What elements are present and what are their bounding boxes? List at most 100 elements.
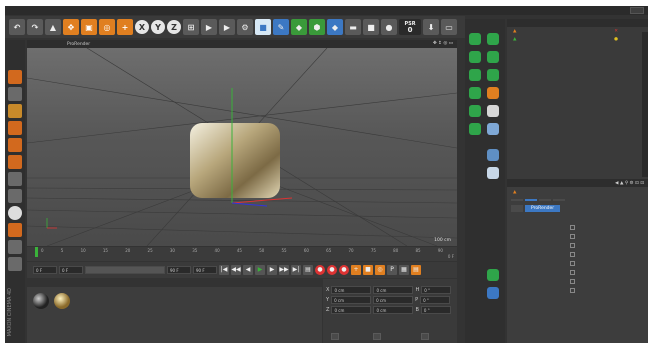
size-mode-select[interactable] (373, 333, 381, 340)
viewport-nav-icon[interactable]: ✥ ↕ ◎ ▭ (433, 41, 453, 46)
render-icon[interactable] (487, 287, 499, 299)
apply-button[interactable] (421, 333, 429, 340)
cube-icon[interactable]: ■ (255, 19, 271, 35)
pen-icon[interactable]: ✎ (273, 19, 289, 35)
attribute-subtab[interactable] (511, 205, 523, 212)
current-frame-field[interactable]: 0 F (59, 266, 83, 274)
scale-icon[interactable]: ▣ (81, 19, 97, 35)
render-view-icon[interactable]: ▶ (201, 19, 217, 35)
size-field[interactable]: 0 cm (373, 286, 414, 294)
material-ball[interactable] (54, 293, 70, 309)
rotation-field[interactable]: 0 ° (420, 306, 451, 314)
attribute-tab[interactable] (539, 199, 551, 201)
sphere-add-icon[interactable] (487, 167, 499, 179)
frame-range-slider[interactable] (85, 266, 165, 274)
download-icon[interactable]: ⬇ (423, 19, 439, 35)
position-field[interactable]: 0 cm (331, 296, 372, 304)
prev-key-icon[interactable]: ◀◀ (231, 265, 241, 275)
checkbox[interactable] (570, 261, 575, 266)
size-field[interactable]: 0 cm (373, 296, 414, 304)
y-axis-icon[interactable]: Y (151, 20, 165, 34)
prev-frame-icon[interactable]: ◀ (243, 265, 253, 275)
lock-icon[interactable] (8, 240, 22, 254)
position-field[interactable]: 0 cm (331, 286, 372, 294)
viewport-menu-item[interactable]: ProRender (67, 42, 90, 47)
metal-cube[interactable] (190, 123, 280, 198)
material-tag-icon[interactable]: ● (614, 37, 618, 42)
object-row[interactable]: ▲ ● (507, 35, 648, 43)
tag-icon[interactable] (487, 269, 499, 281)
texture-mode-icon[interactable] (8, 87, 22, 101)
floor-add-icon[interactable] (487, 149, 499, 161)
scale-key-icon[interactable]: ■ (363, 265, 373, 275)
start-frame-field[interactable]: 0 F (33, 266, 57, 274)
x-axis-icon[interactable]: X (135, 20, 149, 34)
generator-icon[interactable] (469, 51, 481, 63)
edges-mode-icon[interactable] (8, 138, 22, 152)
camera-add-icon[interactable] (469, 123, 481, 135)
end-frame-field[interactable]: 90 F (167, 266, 191, 274)
object-add-icon[interactable] (469, 33, 481, 45)
attribute-tab[interactable] (511, 199, 523, 201)
spline-add-icon[interactable] (487, 33, 499, 45)
keyframe-icon[interactable]: ● (339, 265, 349, 275)
checkbox[interactable] (570, 243, 575, 248)
cloner-icon[interactable]: ⬢ (309, 19, 325, 35)
model-mode-icon[interactable] (8, 104, 22, 118)
attribute-subtab[interactable]: ProRender (525, 205, 561, 212)
size-field[interactable]: 0 cm (373, 306, 414, 314)
object-tag-icon[interactable]: ✕ (614, 29, 618, 34)
mograph-icon[interactable] (487, 51, 499, 63)
deformer-icon[interactable]: ◆ (327, 19, 343, 35)
checkbox[interactable] (570, 234, 575, 239)
panel-icon[interactable]: ▭ (441, 19, 457, 35)
nav-icons[interactable]: ◀ ▲ ⚲ ⚙ ⊡ ⊡ (615, 181, 644, 186)
play-icon[interactable]: ▶ (255, 265, 265, 275)
pla-key-icon[interactable]: ▦ (399, 265, 409, 275)
film-icon[interactable]: ▤ (303, 265, 313, 275)
move-icon[interactable]: ✥ (63, 19, 79, 35)
timeline-window-icon[interactable]: ▤ (411, 265, 421, 275)
make-editable-icon[interactable] (8, 70, 22, 84)
checkbox[interactable] (570, 279, 575, 284)
points-mode-icon[interactable] (8, 121, 22, 135)
camera-icon[interactable]: ■ (363, 19, 379, 35)
coord-system-icon[interactable]: ⊞ (183, 19, 199, 35)
recent-tool-icon[interactable]: + (117, 19, 133, 35)
rotation-field[interactable]: 0 ° (420, 296, 451, 304)
next-frame-icon[interactable]: ▶ (267, 265, 277, 275)
workplane-icon[interactable] (8, 223, 22, 237)
layout-select[interactable] (630, 7, 644, 14)
checkbox[interactable] (570, 270, 575, 275)
checkbox[interactable] (570, 225, 575, 230)
z-axis-icon[interactable]: Z (167, 20, 181, 34)
psr-indicator[interactable]: PSR 0 (399, 19, 421, 35)
param-key-icon[interactable]: P (387, 265, 397, 275)
attribute-tab[interactable] (553, 199, 565, 201)
deformer-add-icon[interactable] (469, 69, 481, 81)
render-settings-icon[interactable]: ⚙ (237, 19, 253, 35)
tweak-mode-icon[interactable] (8, 189, 22, 203)
go-end-icon[interactable]: ▶| (291, 265, 301, 275)
scene-icon[interactable] (469, 87, 481, 99)
checkbox[interactable] (570, 252, 575, 257)
subdivision-icon[interactable]: ◆ (291, 19, 307, 35)
axis-mode-icon[interactable] (8, 172, 22, 186)
playhead[interactable] (35, 247, 38, 257)
checkbox[interactable] (570, 288, 575, 293)
character-icon[interactable] (487, 87, 499, 99)
polygons-mode-icon[interactable] (8, 155, 22, 169)
record-icon[interactable]: ● (315, 265, 325, 275)
object-mode-select[interactable] (331, 333, 339, 340)
max-frame-field[interactable]: 90 F (193, 266, 217, 274)
light-icon[interactable]: ● (381, 19, 397, 35)
z-axis-handle[interactable] (231, 202, 268, 207)
floor-icon[interactable]: ▬ (345, 19, 361, 35)
grid-icon[interactable] (8, 257, 22, 271)
rotation-field[interactable]: 0 ° (421, 286, 452, 294)
viewport[interactable]: 100 cm (27, 48, 457, 246)
position-field[interactable]: 0 cm (331, 306, 372, 314)
undo-icon[interactable]: ↶ (9, 19, 25, 35)
rotate-icon[interactable]: ◎ (99, 19, 115, 35)
render-picture-icon[interactable]: ▶ (219, 19, 235, 35)
